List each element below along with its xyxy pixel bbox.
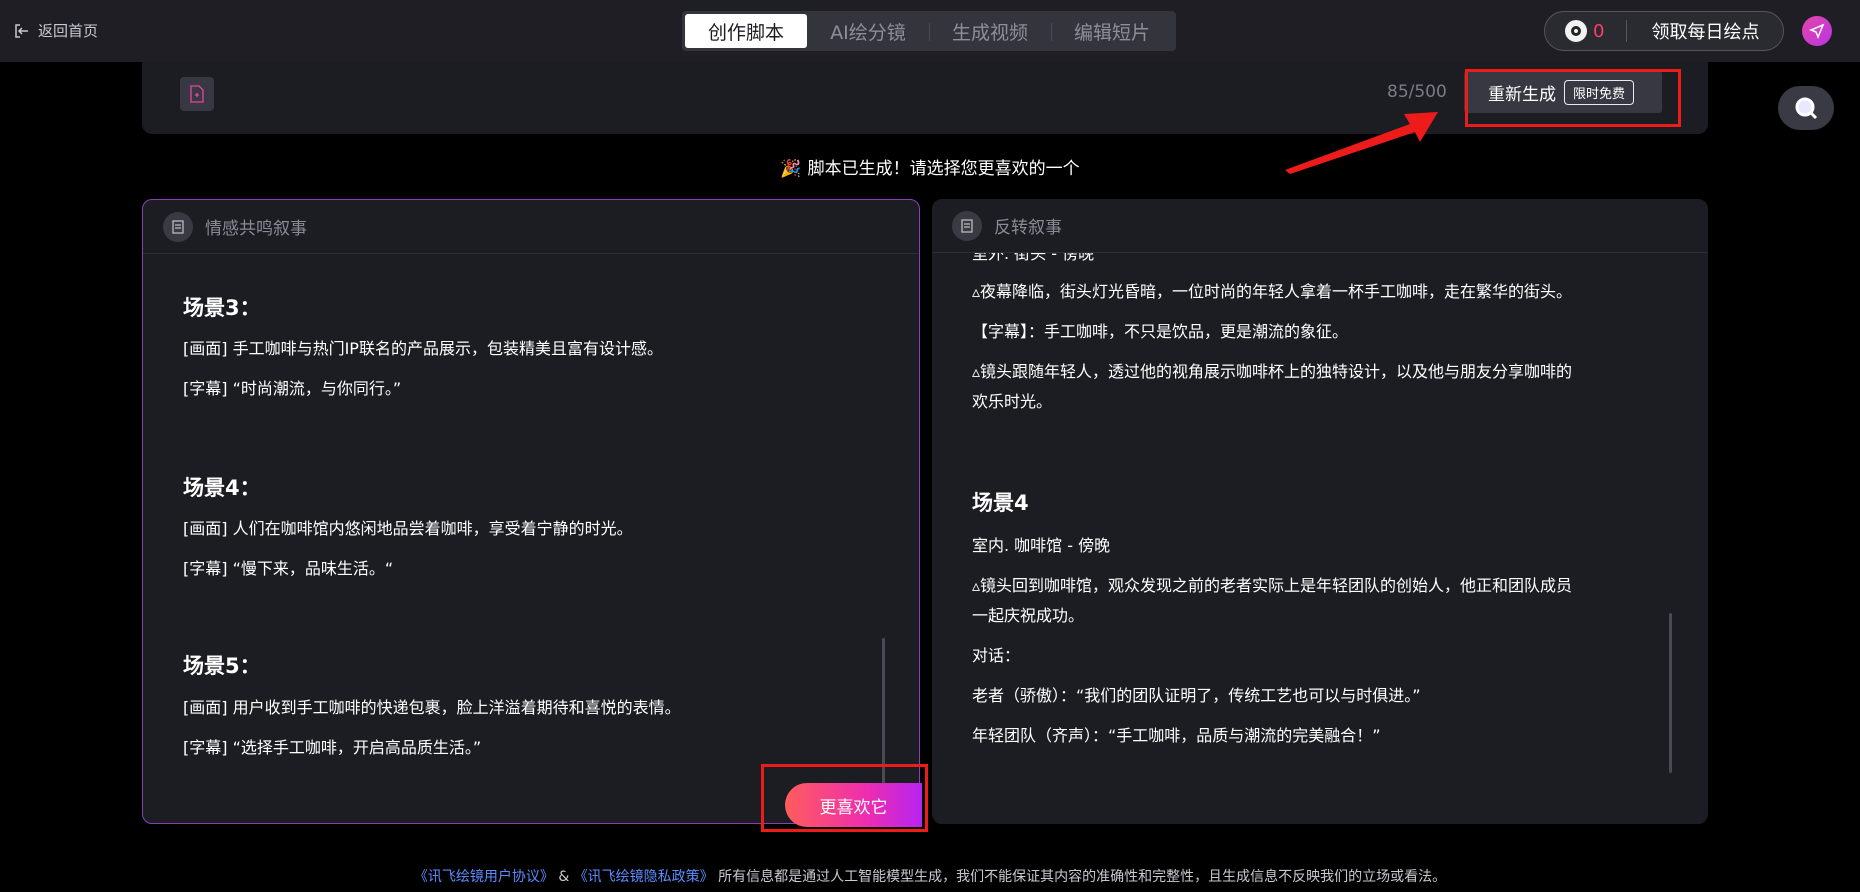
top-bar: 返回首页 创作脚本 AI绘分镜 生成视频 编辑短片 0 领取每日绘点 — [0, 0, 1860, 62]
highlight-box-regenerate — [1465, 69, 1681, 127]
scroll-icon — [952, 210, 982, 241]
scene-heading: 场景3： — [183, 296, 261, 320]
script-card-emotional[interactable]: 情感共鸣叙事 场景3： [画面] 手工咖啡与热门IP联名的产品展示，包装精美且富… — [142, 199, 920, 824]
points-pill: 0 领取每日绘点 — [1544, 11, 1784, 51]
card-header: 反转叙事 — [932, 199, 1708, 253]
search-icon — [1795, 97, 1818, 120]
scene-line: 欢乐时光。 — [972, 392, 1053, 411]
points-count: 0 — [1593, 20, 1605, 42]
coin-icon — [1565, 20, 1587, 42]
scene-line: 一起庆祝成功。 — [972, 606, 1085, 625]
search-fab[interactable] — [1778, 86, 1834, 130]
divider — [1626, 20, 1628, 42]
party-popper-icon: 🎉 — [780, 159, 802, 179]
scene-heading: 场景4 — [972, 491, 1029, 515]
highlight-box-prefer — [761, 764, 928, 832]
tab-ai-storyboard[interactable]: AI绘分镜 — [807, 14, 929, 48]
scroll-icon — [163, 211, 193, 242]
exit-icon — [15, 23, 28, 38]
document-icon — [190, 85, 204, 103]
card-title: 反转叙事 — [994, 218, 1062, 238]
avatar[interactable] — [1802, 16, 1832, 46]
back-home-label: 返回首页 — [38, 22, 99, 40]
scene-heading: 场景5： — [183, 654, 261, 678]
scene-line: ▵夜幕降临，街头灯光昏暗，一位时尚的年轻人拿着一杯手工咖啡，走在繁华的街头。 — [972, 282, 1573, 301]
tab-edit-short[interactable]: 编辑短片 — [1051, 14, 1173, 48]
scene-line: ▵镜头跟随年轻人，透过他的视角展示咖啡杯上的独特设计，以及他与朋友分享咖啡的 — [972, 362, 1573, 381]
scene-line-partial: 室外. 街头 - 傍晚 — [972, 253, 1095, 263]
ampersand: & — [558, 869, 570, 885]
scene-line: [画面] 用户收到手工咖啡的快递包裹，脸上洋溢着期待和喜悦的表情。 — [183, 698, 681, 717]
send-icon — [1809, 23, 1825, 39]
user-agreement-link[interactable]: 《讯飞绘镜用户协议》 — [414, 869, 554, 885]
generated-notice: 🎉 脚本已生成！请选择您更喜欢的一个 — [0, 154, 1860, 179]
char-count: 85/500 — [1387, 82, 1447, 102]
tab-generate-video[interactable]: 生成视频 — [929, 14, 1051, 48]
card-header: 情感共鸣叙事 — [143, 200, 919, 254]
document-button[interactable] — [180, 77, 214, 111]
footer-disclaimer: 《讯飞绘镜用户协议》 & 《讯飞绘镜隐私政策》 所有信息都是通过人工智能模型生成… — [0, 866, 1860, 886]
notice-text: 脚本已生成！请选择您更喜欢的一个 — [807, 159, 1080, 179]
back-home-link[interactable]: 返回首页 — [14, 20, 98, 41]
card-content: 场景3： [画面] 手工咖啡与热门IP联名的产品展示，包装精美且富有设计感。 [… — [183, 254, 879, 823]
scene-heading: 场景4： — [183, 476, 261, 500]
disclaimer-text: 所有信息都是通过人工智能模型生成，我们不能保证其内容的准确性和完整性，且生成信息… — [718, 869, 1447, 885]
scrollbar[interactable] — [1669, 613, 1672, 773]
scene-line: 【字幕】：手工咖啡，不只是饮品，更是潮流的象征。 — [972, 322, 1349, 341]
script-card-twist[interactable]: 反转叙事 室外. 街头 - 傍晚 ▵夜幕降临，街头灯光昏暗，一位时尚的年轻人拿着… — [932, 199, 1708, 824]
step-tabs: 创作脚本 AI绘分镜 生成视频 编辑短片 — [682, 11, 1176, 51]
scene-line: 对话： — [972, 646, 1021, 665]
scene-line: [画面] 手工咖啡与热门IP联名的产品展示，包装精美且富有设计感。 — [183, 339, 663, 358]
card-title: 情感共鸣叙事 — [205, 219, 307, 239]
scene-line: 老者（骄傲）：“我们的团队证明了，传统工艺也可以与时俱进。” — [972, 686, 1421, 705]
scene-line: [字幕] “选择手工咖啡，开启高品质生活。” — [183, 738, 482, 757]
scene-line: 年轻团队（齐声）：“手工咖啡，品质与潮流的完美融合！” — [972, 726, 1381, 745]
tab-create-script[interactable]: 创作脚本 — [685, 14, 807, 48]
claim-daily-points-button[interactable]: 领取每日绘点 — [1651, 18, 1759, 44]
scene-line: [字幕] “慢下来，品味生活。“ — [183, 559, 394, 578]
scene-line: ▵镜头回到咖啡馆，观众发现之前的老者实际上是年轻团队的创始人，他正和团队成员 — [972, 576, 1573, 595]
privacy-policy-link[interactable]: 《讯飞绘镜隐私政策》 — [574, 869, 714, 885]
card-content: 室外. 街头 - 傍晚 ▵夜幕降临，街头灯光昏暗，一位时尚的年轻人拿着一杯手工咖… — [972, 253, 1668, 824]
scene-line: [字幕] “时尚潮流，与你同行。” — [183, 379, 402, 398]
scene-line: 室内. 咖啡馆 - 傍晚 — [972, 536, 1111, 555]
scene-line: [画面] 人们在咖啡馆内悠闲地品尝着咖啡，享受着宁静的时光。 — [183, 519, 633, 538]
